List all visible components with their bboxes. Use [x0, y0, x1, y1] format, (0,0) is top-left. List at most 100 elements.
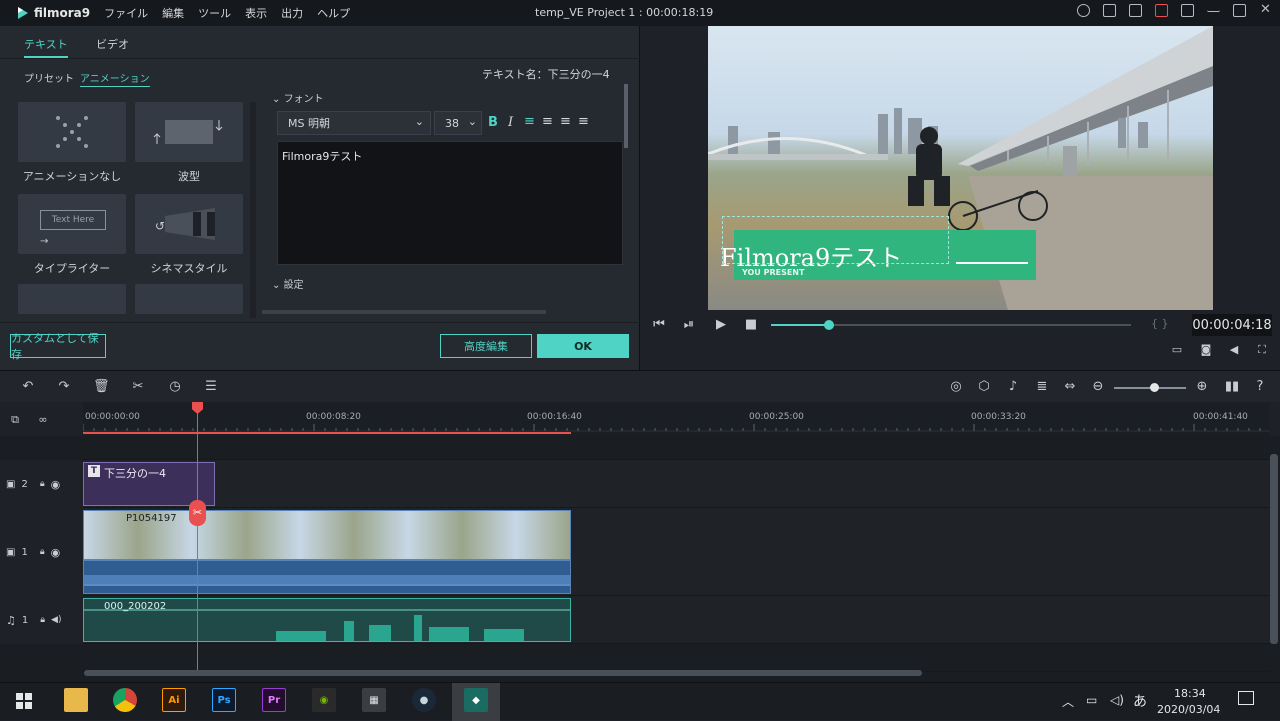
font-section-header[interactable]: ⌄ フォント	[272, 90, 324, 105]
anim-cinema-card[interactable]: ↺	[135, 194, 243, 254]
menu-export[interactable]: 出力	[281, 5, 303, 21]
italic-icon[interactable]: I	[508, 115, 513, 130]
chrome-icon[interactable]	[113, 688, 137, 712]
zoom-out-icon[interactable]: ⊖	[1090, 379, 1106, 395]
cut-icon[interactable]: ✂	[130, 379, 146, 395]
zoom-slider[interactable]	[1114, 383, 1186, 392]
redo-icon[interactable]: ↷	[56, 379, 72, 395]
show-hidden-icons-icon[interactable]: ︿	[1062, 693, 1074, 710]
anim-card-6[interactable]	[135, 284, 243, 314]
illustrator-icon[interactable]: Ai	[162, 688, 186, 712]
playhead-line[interactable]	[197, 402, 198, 670]
steam-icon[interactable]: ●	[412, 688, 436, 712]
subtab-animation[interactable]: アニメーション	[80, 70, 150, 87]
fit-timeline-icon[interactable]: ⇔	[1062, 379, 1078, 395]
video-clip-audio[interactable]	[83, 560, 571, 594]
visibility-icon[interactable]: ◉	[51, 546, 61, 559]
preview-video-frame[interactable]: Filmora9テスト YOU PRESENT	[708, 26, 1213, 310]
undo-icon[interactable]: ↶	[20, 379, 36, 395]
prev-frame-icon[interactable]: ⏮	[651, 317, 667, 333]
track-lane-video-2[interactable]: T 下三分の一4	[83, 460, 1270, 508]
photoshop-icon[interactable]: Ps	[212, 688, 236, 712]
volume-icon[interactable]: ◀	[1226, 342, 1242, 358]
menu-tools[interactable]: ツール	[198, 5, 231, 21]
filmora-taskbar-icon[interactable]: ◆	[464, 688, 488, 712]
menu-help[interactable]: ヘルプ	[317, 5, 350, 21]
help-icon[interactable]: ?	[1252, 379, 1268, 395]
ime-indicator[interactable]: あ	[1133, 691, 1147, 711]
play-icon[interactable]: ▶	[713, 317, 729, 333]
save-icon[interactable]	[1129, 4, 1142, 17]
align-center-icon[interactable]: ≡	[542, 114, 553, 129]
anim-typewriter-card[interactable]: Text Here →	[18, 194, 126, 254]
download-icon[interactable]	[1181, 4, 1194, 17]
selection-box[interactable]	[722, 216, 949, 264]
playback-progress-track[interactable]	[771, 320, 1131, 330]
render-icon[interactable]: ◎	[948, 379, 964, 395]
anim-none-card[interactable]	[18, 102, 126, 162]
marker-brackets[interactable]: { }	[1151, 317, 1169, 330]
adjust-icon[interactable]: ☰	[203, 379, 219, 395]
lock-icon[interactable]: 🔒︎	[40, 479, 45, 489]
step-forward-icon[interactable]: ⏯	[681, 317, 697, 333]
align-justify-icon[interactable]: ≡	[578, 114, 589, 129]
tab-text[interactable]: テキスト	[24, 36, 68, 58]
windows-start-icon[interactable]	[16, 693, 32, 709]
align-left-icon[interactable]: ≡	[524, 114, 535, 129]
anim-card-5[interactable]	[18, 284, 126, 314]
audio-clip[interactable]: 000_200202	[83, 598, 571, 642]
cart-icon[interactable]	[1103, 4, 1116, 17]
horizontal-scrollbar[interactable]	[262, 310, 546, 314]
settings-section-header[interactable]: ⌄ 設定	[272, 276, 304, 291]
close-icon[interactable]: ✕	[1259, 3, 1272, 17]
audio-mixer-icon[interactable]: ≣	[1034, 379, 1050, 395]
visibility-icon[interactable]: ◉	[51, 478, 61, 491]
font-size-select[interactable]: 38 ⌄	[434, 111, 482, 135]
volume-tray-icon[interactable]: ◁)	[1110, 693, 1124, 707]
align-right-icon[interactable]: ≡	[560, 114, 571, 129]
fullscreen-icon[interactable]: ⛶	[1254, 342, 1270, 358]
timeline-v-scrollbar[interactable]	[1270, 454, 1278, 644]
save-custom-button[interactable]: カスタムとして保存	[10, 332, 106, 361]
timeline-view-icon[interactable]: ▮▮	[1224, 379, 1240, 395]
add-track-icon[interactable]: ⧉	[7, 412, 23, 428]
menu-edit[interactable]: 編集	[162, 5, 184, 21]
advanced-edit-button[interactable]: 高度編集	[440, 334, 532, 358]
track-lane-audio-1[interactable]: 000_200202	[83, 596, 1270, 644]
timeline-h-scrollbar[interactable]	[84, 670, 922, 676]
account-icon[interactable]	[1077, 4, 1090, 17]
calculator-icon[interactable]: ▦	[362, 688, 386, 712]
delete-icon[interactable]: 🗑	[93, 379, 110, 395]
anim-wave-card[interactable]	[135, 102, 243, 162]
lock-icon[interactable]: 🔒︎	[40, 547, 45, 557]
lower-third-overlay[interactable]: Filmora9テスト YOU PRESENT	[720, 216, 1036, 280]
font-family-select[interactable]: MS 明朝 ⌄	[277, 111, 431, 135]
bold-icon[interactable]: B	[488, 115, 498, 130]
zoom-in-icon[interactable]: ⊕	[1194, 379, 1210, 395]
restore-icon[interactable]	[1233, 4, 1246, 17]
mail-icon[interactable]	[1155, 4, 1168, 17]
subtab-preset[interactable]: プリセット	[24, 70, 74, 85]
zoom-slider-handle[interactable]	[1150, 383, 1159, 392]
clock-time[interactable]: 18:34	[1174, 687, 1206, 700]
menu-view[interactable]: 表示	[245, 5, 267, 21]
ok-button[interactable]: OK	[537, 334, 629, 358]
video-clip[interactable]: P1054197	[83, 510, 571, 560]
stop-icon[interactable]: ■	[743, 317, 759, 333]
link-icon[interactable]: ∞	[35, 412, 51, 428]
clock-date[interactable]: 2020/03/04	[1157, 703, 1220, 716]
speed-icon[interactable]: ◷	[167, 379, 183, 395]
settings-scrollbar[interactable]	[624, 84, 628, 148]
split-scissors-icon[interactable]: ✂	[189, 500, 206, 526]
work-area-bar[interactable]	[83, 432, 571, 434]
microphone-icon[interactable]: ♪	[1005, 379, 1021, 395]
display-settings-icon[interactable]: ▭	[1169, 342, 1185, 358]
file-explorer-icon[interactable]	[64, 688, 88, 712]
network-icon[interactable]: ▭	[1086, 693, 1097, 707]
menu-file[interactable]: ファイル	[104, 5, 148, 21]
marker-icon[interactable]: ⬡	[976, 379, 992, 395]
lock-icon[interactable]: 🔒︎	[40, 615, 45, 625]
snapshot-icon[interactable]: ◙	[1198, 342, 1214, 358]
grid-scrollbar[interactable]	[250, 102, 256, 318]
playback-progress-handle[interactable]	[823, 320, 834, 330]
